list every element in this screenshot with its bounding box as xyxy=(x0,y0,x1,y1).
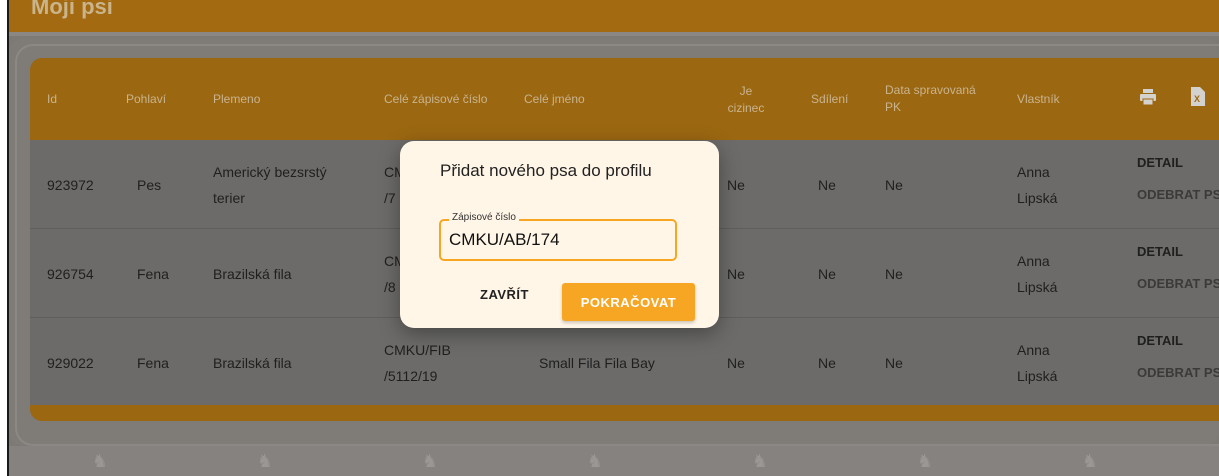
cell-owner: Anna Lipská xyxy=(1017,253,1058,295)
header-name[interactable]: Celé jméno xyxy=(524,91,585,108)
dog-silhouette-icon: ♞ xyxy=(751,451,769,471)
dialog-title: Přidat nového psa do profilu xyxy=(440,161,652,180)
cell-sharing: Ne xyxy=(818,355,836,371)
add-dog-dialog: Přidat nového psa do profilu Zápisové čí… xyxy=(400,141,719,328)
svg-text:X: X xyxy=(1194,94,1200,104)
cell-id: 929022 xyxy=(47,355,94,371)
header-sex[interactable]: Pohlaví xyxy=(126,91,166,108)
header-owner[interactable]: Vlastník xyxy=(1017,91,1060,108)
registration-number-field[interactable]: Zápisové číslo xyxy=(439,212,677,261)
page-header: Moji psi xyxy=(9,0,1219,36)
header-pk[interactable]: Data spravovaná PK xyxy=(885,82,976,116)
page-title: Moji psi xyxy=(31,0,113,19)
print-icon[interactable] xyxy=(1138,87,1158,112)
detail-button[interactable]: DETAIL xyxy=(1137,239,1183,265)
cell-breed: Brazilská fila xyxy=(213,355,292,371)
background-pattern: ♞ ♞ ♞ ♞ ♞ ♞ ♞ xyxy=(9,446,1219,476)
registration-number-input[interactable] xyxy=(441,221,675,259)
header-sharing[interactable]: Sdílení xyxy=(811,91,848,108)
cell-sharing: Ne xyxy=(818,266,836,282)
detail-button[interactable]: DETAIL xyxy=(1137,328,1183,354)
remove-dog-button[interactable]: ODEBRAT PS xyxy=(1137,182,1219,208)
cell-sharing: Ne xyxy=(818,177,836,193)
dog-silhouette-icon: ♞ xyxy=(91,451,109,471)
cell-pk: Ne xyxy=(885,355,903,371)
header-registration[interactable]: Celé zápisové číslo xyxy=(384,91,487,108)
dog-silhouette-icon: ♞ xyxy=(421,451,439,471)
cell-id: 926754 xyxy=(47,266,94,282)
table-header: Id Pohlaví Plemeno Celé zápisové číslo C… xyxy=(30,58,1219,140)
dog-silhouette-icon: ♞ xyxy=(256,451,274,471)
cell-pk: Ne xyxy=(885,266,903,282)
cell-sex: Fena xyxy=(137,266,169,282)
excel-export-icon[interactable]: X xyxy=(1190,86,1206,112)
header-breed[interactable]: Plemeno xyxy=(213,91,260,108)
cell-breed: Americký bezsrstý terier xyxy=(213,164,327,206)
cell-id: 923972 xyxy=(47,177,94,193)
cell-pk: Ne xyxy=(885,177,903,193)
cell-registration: CMKU/FIB /5112/19 xyxy=(384,342,451,384)
detail-button[interactable]: DETAIL xyxy=(1137,150,1183,176)
cell-foreigner: Ne xyxy=(727,177,745,193)
dog-silhouette-icon: ♞ xyxy=(586,451,604,471)
close-button[interactable]: ZAVŘÍT xyxy=(480,287,529,302)
cell-owner: Anna Lipská xyxy=(1017,342,1058,384)
cell-foreigner: Ne xyxy=(727,355,745,371)
cell-sex: Fena xyxy=(137,355,169,371)
continue-button[interactable]: POKRAČOVAT xyxy=(562,283,695,321)
cell-name: Small Fila Fila Bay xyxy=(539,355,655,371)
cell-breed: Brazilská fila xyxy=(213,266,292,282)
dog-silhouette-icon: ♞ xyxy=(1081,451,1099,471)
remove-dog-button[interactable]: ODEBRAT PS xyxy=(1137,271,1219,297)
header-id[interactable]: Id xyxy=(47,91,57,108)
dog-silhouette-icon: ♞ xyxy=(916,451,934,471)
cell-sex: Pes xyxy=(137,177,162,193)
remove-dog-button[interactable]: ODEBRAT PS xyxy=(1137,360,1219,386)
cell-foreigner: Ne xyxy=(727,266,745,282)
table-row[interactable]: 929022 Fena Brazilská fila CMKU/FIB /511… xyxy=(30,318,1219,405)
header-foreigner[interactable]: Je cizinec xyxy=(718,83,774,117)
table-footer xyxy=(30,405,1219,421)
cell-owner: Anna Lipská xyxy=(1017,164,1058,206)
